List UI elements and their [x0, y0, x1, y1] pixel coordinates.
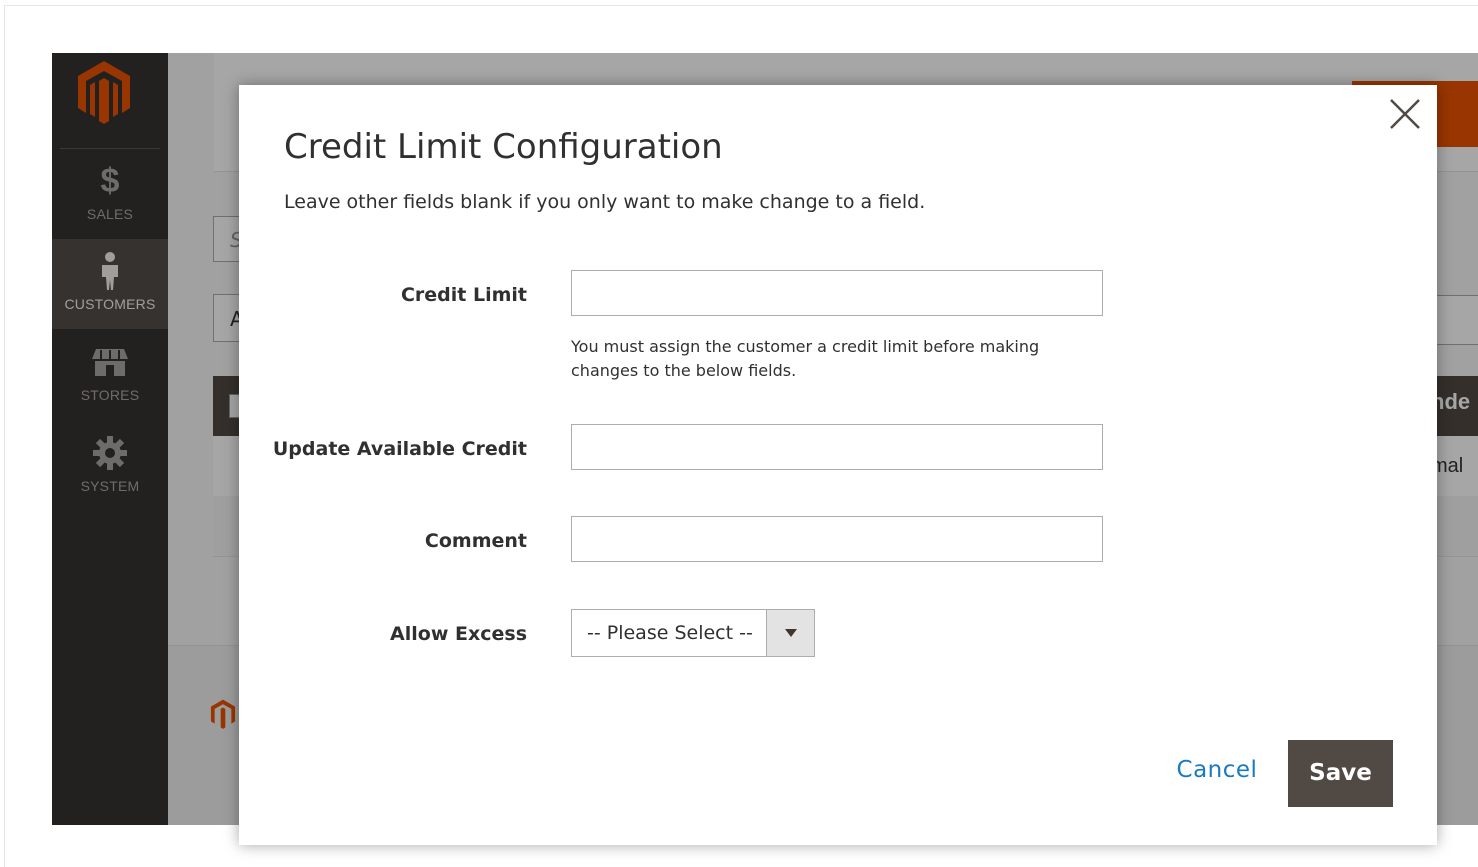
- dropdown-toggle[interactable]: [766, 610, 814, 656]
- close-icon[interactable]: [1388, 97, 1422, 131]
- modal-subtitle: Leave other fields blank if you only wan…: [284, 191, 926, 213]
- comment-input[interactable]: [571, 516, 1103, 562]
- credit-limit-input[interactable]: [571, 270, 1103, 316]
- credit-limit-note: You must assign the customer a credit li…: [571, 337, 1040, 380]
- update-available-credit-input[interactable]: [571, 424, 1103, 470]
- frame-border-top: [4, 5, 1478, 6]
- save-button[interactable]: Save: [1288, 740, 1393, 807]
- chevron-down-icon: [784, 629, 797, 637]
- modal-title: Credit Limit Configuration: [284, 127, 723, 167]
- cancel-button[interactable]: Cancel: [1167, 748, 1267, 792]
- update-available-credit-label: Update Available Credit: [272, 438, 527, 460]
- credit-limit-modal: Credit Limit Configuration Leave other f…: [239, 85, 1437, 845]
- credit-limit-label: Credit Limit: [400, 284, 527, 306]
- allow-excess-label: Allow Excess: [390, 623, 527, 645]
- comment-label: Comment: [424, 530, 527, 552]
- allow-excess-selected-value: -- Please Select --: [587, 622, 753, 644]
- allow-excess-select[interactable]: -- Please Select --: [571, 609, 815, 657]
- frame-border-left: [4, 5, 5, 867]
